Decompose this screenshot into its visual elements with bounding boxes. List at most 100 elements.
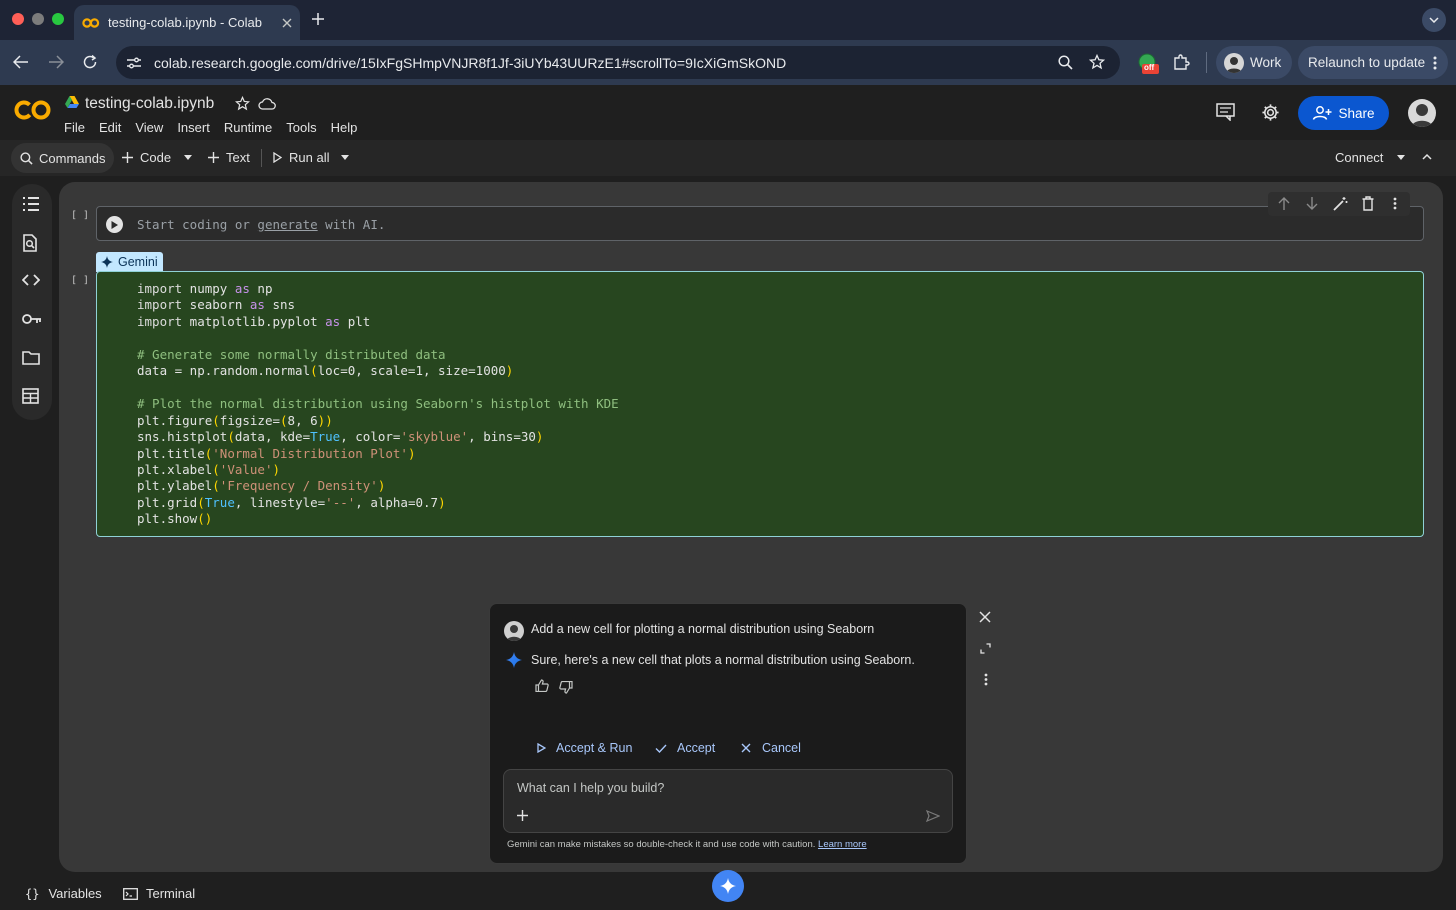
colab-logo-icon[interactable] xyxy=(14,99,52,121)
comments-icon[interactable] xyxy=(1216,103,1235,121)
run-all-dropdown-icon[interactable] xyxy=(341,155,349,160)
star-notebook-icon[interactable] xyxy=(235,96,250,111)
cancel-button[interactable]: Cancel xyxy=(741,741,801,755)
connect-button[interactable]: Connect xyxy=(1335,150,1383,165)
code-snippets-icon[interactable] xyxy=(22,274,42,294)
variables-button[interactable]: {} Variables xyxy=(25,886,102,901)
menu-bar: File Edit View Insert Runtime Tools Help xyxy=(64,120,371,135)
secrets-key-icon[interactable] xyxy=(22,313,42,333)
menu-help[interactable]: Help xyxy=(331,120,358,135)
code-line: plt.title('Normal Distribution Plot') xyxy=(137,445,416,461)
gemini-fab-button[interactable] xyxy=(712,870,744,902)
close-tab-icon[interactable] xyxy=(282,18,292,28)
thumbs-down-icon[interactable] xyxy=(559,681,573,694)
gemini-chat-panel: Add a new cell for plotting a normal dis… xyxy=(489,603,967,864)
prompt-placeholder: What can I help you build? xyxy=(517,781,665,795)
share-button[interactable]: Share xyxy=(1298,96,1389,130)
code-label: Code xyxy=(140,150,172,165)
code-line: plt.xlabel('Value') xyxy=(137,461,281,477)
reload-icon[interactable] xyxy=(82,54,98,70)
terminal-label: Terminal xyxy=(146,886,196,901)
close-panel-icon[interactable] xyxy=(979,611,991,623)
close-x-icon xyxy=(741,743,751,753)
site-settings-icon[interactable] xyxy=(126,56,142,70)
back-arrow-icon[interactable] xyxy=(13,55,29,69)
tab-search-dropdown-icon[interactable] xyxy=(1422,8,1446,32)
browser-tab[interactable]: testing-colab.ipynb - Colab xyxy=(74,5,300,40)
send-icon[interactable] xyxy=(926,810,940,822)
colab-favicon-icon xyxy=(82,17,100,29)
accept-run-label: Accept & Run xyxy=(556,741,633,755)
move-up-arrow-icon[interactable] xyxy=(1278,197,1290,210)
menu-edit[interactable]: Edit xyxy=(99,120,121,135)
add-code-button[interactable]: Code xyxy=(122,150,171,165)
add-attachment-plus-icon[interactable] xyxy=(517,810,528,821)
files-folder-icon[interactable] xyxy=(22,350,42,370)
learn-more-link[interactable]: Learn more xyxy=(818,839,867,850)
collapse-chevron-up-icon[interactable] xyxy=(1422,153,1432,160)
generated-code-cell[interactable]: import numpy as np import seaborn as sns i… xyxy=(96,271,1424,537)
terminal-button[interactable]: Terminal xyxy=(123,886,195,901)
accept-run-button[interactable]: Accept & Run xyxy=(537,741,632,755)
relaunch-label: Relaunch to update xyxy=(1308,55,1426,70)
user-avatar[interactable] xyxy=(1408,99,1436,127)
menu-view[interactable]: View xyxy=(135,120,163,135)
more-vert-icon[interactable] xyxy=(1433,56,1437,70)
menu-runtime[interactable]: Runtime xyxy=(224,120,272,135)
variables-label: Variables xyxy=(48,886,102,901)
code-editor[interactable]: import numpy as np import seaborn as sns i… xyxy=(137,281,619,528)
code-line: import numpy as np xyxy=(137,281,273,296)
google-drive-icon[interactable] xyxy=(65,96,79,108)
menu-insert[interactable]: Insert xyxy=(177,120,210,135)
table-of-contents-icon[interactable] xyxy=(22,196,42,216)
menu-tools[interactable]: Tools xyxy=(286,120,316,135)
minimize-window-button[interactable] xyxy=(32,13,44,25)
empty-code-cell[interactable]: Start coding or generate with AI. xyxy=(96,206,1424,241)
gemini-prompt-input[interactable]: What can I help you build? xyxy=(503,769,953,833)
url-omnibox[interactable]: colab.research.google.com/drive/15IxFgSH… xyxy=(116,46,1120,79)
browser-tab-bar: testing-colab.ipynb - Colab xyxy=(0,0,1456,40)
find-replace-icon[interactable] xyxy=(22,234,42,254)
code-line: plt.ylabel('Frequency / Density') xyxy=(137,478,386,494)
commands-button[interactable]: Commands xyxy=(11,143,115,173)
zoom-search-icon[interactable] xyxy=(1058,55,1073,70)
bookmark-star-icon[interactable] xyxy=(1089,54,1105,70)
profile-chip[interactable]: Work xyxy=(1216,46,1292,79)
code-line: # Generate some normally distributed dat… xyxy=(137,346,446,362)
data-table-icon[interactable] xyxy=(22,388,42,408)
relaunch-update-button[interactable]: Relaunch to update xyxy=(1298,46,1448,79)
accept-button[interactable]: Accept xyxy=(655,741,715,755)
notebook-title[interactable]: testing-colab.ipynb xyxy=(85,95,214,113)
panel-more-options-icon[interactable] xyxy=(984,673,988,686)
forward-arrow-icon[interactable] xyxy=(48,55,64,69)
connect-dropdown-icon[interactable] xyxy=(1397,155,1405,160)
run-all-button[interactable]: Run all xyxy=(273,150,329,165)
expand-panel-icon[interactable] xyxy=(980,643,991,654)
generate-link[interactable]: generate xyxy=(257,217,317,232)
delete-trash-icon[interactable] xyxy=(1362,196,1374,211)
gemini-sparkle-icon xyxy=(101,256,113,268)
placeholder-text: with AI. xyxy=(317,217,386,232)
cell-execution-count: [ ] xyxy=(71,275,90,286)
magic-edit-icon[interactable] xyxy=(1333,196,1348,211)
accept-label: Accept xyxy=(677,741,716,755)
close-window-button[interactable] xyxy=(12,13,24,25)
settings-gear-icon[interactable] xyxy=(1261,103,1280,122)
code-line: plt.figure(figsize=(8, 6)) xyxy=(137,412,333,428)
new-tab-icon[interactable] xyxy=(311,12,325,26)
cancel-label: Cancel xyxy=(762,741,801,755)
code-dropdown-icon[interactable] xyxy=(184,155,192,160)
terminal-icon xyxy=(123,887,138,900)
url-text: colab.research.google.com/drive/15IxFgSH… xyxy=(154,54,787,71)
add-text-button[interactable]: Text xyxy=(208,150,250,165)
code-line: plt.grid(True, linestyle='--', alpha=0.7… xyxy=(137,494,446,510)
maximize-window-button[interactable] xyxy=(52,13,64,25)
add-person-icon xyxy=(1312,106,1332,120)
extensions-puzzle-icon[interactable] xyxy=(1172,53,1190,71)
more-options-icon[interactable] xyxy=(1393,197,1397,210)
browser-address-bar: colab.research.google.com/drive/15IxFgSH… xyxy=(0,40,1456,85)
menu-file[interactable]: File xyxy=(64,120,85,135)
thumbs-up-icon[interactable] xyxy=(535,679,549,692)
run-cell-button[interactable] xyxy=(106,216,123,233)
move-down-arrow-icon[interactable] xyxy=(1306,197,1318,210)
